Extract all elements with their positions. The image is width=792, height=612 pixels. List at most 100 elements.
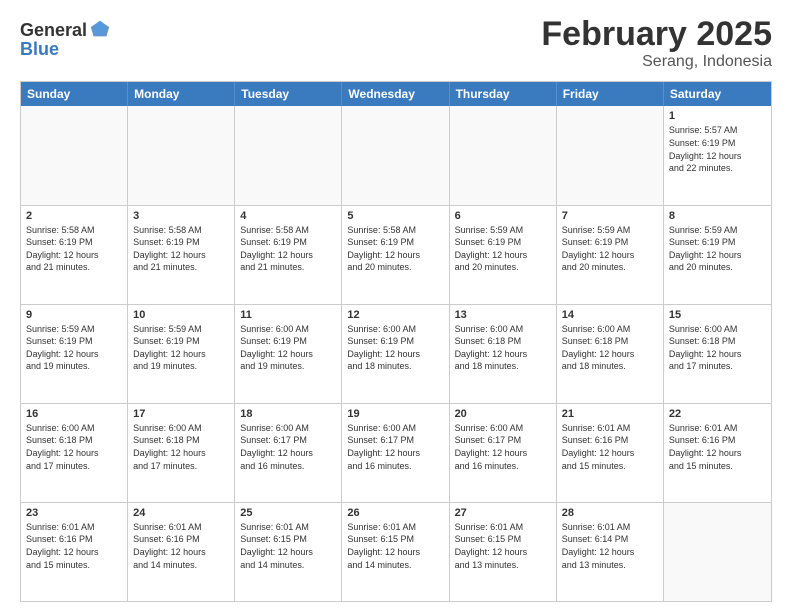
day-info: Sunrise: 5:58 AM Sunset: 6:19 PM Dayligh… <box>133 224 229 274</box>
logo-icon <box>89 18 111 40</box>
day-cell-1: 1Sunrise: 5:57 AM Sunset: 6:19 PM Daylig… <box>664 106 771 204</box>
day-cell-21: 21 Sunrise: 6:01 AM Sunset: 6:16 PM Dayli… <box>557 404 664 502</box>
calendar-row-4: 23 Sunrise: 6:01 AM Sunset: 6:16 PM Dayli… <box>21 502 771 601</box>
day-cell-27: 27 Sunrise: 6:01 AM Sunset: 6:15 PM Dayli… <box>450 503 557 601</box>
day-number: 2 <box>26 210 122 222</box>
empty-cell-4-6 <box>664 503 771 601</box>
calendar: SundayMondayTuesdayWednesdayThursdayFrid… <box>20 81 772 602</box>
day-cell-2: 2 Sunrise: 5:58 AM Sunset: 6:19 PM Daylig… <box>21 206 128 304</box>
header-cell-wednesday: Wednesday <box>342 82 449 106</box>
header-cell-thursday: Thursday <box>450 82 557 106</box>
day-info: Sunrise: 6:00 AM Sunset: 6:18 PM Dayligh… <box>133 422 229 472</box>
day-number: 9 <box>26 309 122 321</box>
day-cell-6: 6Sunrise: 5:59 AM Sunset: 6:19 PM Daylig… <box>450 206 557 304</box>
day-info: Sunrise: 6:01 AM Sunset: 6:15 PM Dayligh… <box>455 521 551 571</box>
day-number: 18 <box>240 408 336 420</box>
day-cell-24: 24 Sunrise: 6:01 AM Sunset: 6:16 PM Dayli… <box>128 503 235 601</box>
logo: General Blue <box>20 20 111 60</box>
day-info: Sunrise: 6:00 AM Sunset: 6:19 PM Dayligh… <box>347 323 443 373</box>
day-cell-11: 11 Sunrise: 6:00 AM Sunset: 6:19 PM Dayli… <box>235 305 342 403</box>
day-info: Sunrise: 6:01 AM Sunset: 6:16 PM Dayligh… <box>669 422 766 472</box>
calendar-row-3: 16 Sunrise: 6:00 AM Sunset: 6:18 PM Dayli… <box>21 403 771 502</box>
day-number: 22 <box>669 408 766 420</box>
day-number: 4 <box>240 210 336 222</box>
day-cell-9: 9 Sunrise: 5:59 AM Sunset: 6:19 PM Daylig… <box>21 305 128 403</box>
calendar-header: SundayMondayTuesdayWednesdayThursdayFrid… <box>21 82 771 106</box>
logo-blue: Blue <box>20 39 59 59</box>
day-number: 26 <box>347 507 443 519</box>
day-info: Sunrise: 6:01 AM Sunset: 6:16 PM Dayligh… <box>562 422 658 472</box>
day-cell-25: 25 Sunrise: 6:01 AM Sunset: 6:15 PM Dayli… <box>235 503 342 601</box>
day-number: 7 <box>562 210 658 222</box>
day-cell-22: 22 Sunrise: 6:01 AM Sunset: 6:16 PM Dayli… <box>664 404 771 502</box>
day-number: 27 <box>455 507 551 519</box>
day-info: Sunrise: 6:00 AM Sunset: 6:17 PM Dayligh… <box>240 422 336 472</box>
day-number: 5 <box>347 210 443 222</box>
day-number: 13 <box>455 309 551 321</box>
day-info: Sunrise: 6:01 AM Sunset: 6:14 PM Dayligh… <box>562 521 658 571</box>
header-cell-saturday: Saturday <box>664 82 771 106</box>
day-info: Sunrise: 5:59 AM Sunset: 6:19 PM Dayligh… <box>669 224 766 274</box>
day-info: Sunrise: 5:59 AM Sunset: 6:19 PM Dayligh… <box>133 323 229 373</box>
title-month: February 2025 <box>541 16 772 53</box>
day-info: Sunrise: 5:58 AM Sunset: 6:19 PM Dayligh… <box>240 224 336 274</box>
day-cell-4: 4 Sunrise: 5:58 AM Sunset: 6:19 PM Daylig… <box>235 206 342 304</box>
day-number: 6 <box>455 210 551 222</box>
day-cell-12: 12 Sunrise: 6:00 AM Sunset: 6:19 PM Dayli… <box>342 305 449 403</box>
day-info: Sunrise: 6:00 AM Sunset: 6:18 PM Dayligh… <box>455 323 551 373</box>
day-number: 25 <box>240 507 336 519</box>
day-cell-3: 3Sunrise: 5:58 AM Sunset: 6:19 PM Daylig… <box>128 206 235 304</box>
day-info: Sunrise: 5:59 AM Sunset: 6:19 PM Dayligh… <box>562 224 658 274</box>
header-cell-tuesday: Tuesday <box>235 82 342 106</box>
day-number: 24 <box>133 507 229 519</box>
empty-cell-0-1 <box>128 106 235 204</box>
day-number: 19 <box>347 408 443 420</box>
day-cell-18: 18 Sunrise: 6:00 AM Sunset: 6:17 PM Dayli… <box>235 404 342 502</box>
day-number: 20 <box>455 408 551 420</box>
day-number: 16 <box>26 408 122 420</box>
header: General Blue February 2025 Serang, Indon… <box>20 16 772 71</box>
title-block: February 2025 Serang, Indonesia <box>541 16 772 71</box>
day-cell-8: 8 Sunrise: 5:59 AM Sunset: 6:19 PM Daylig… <box>664 206 771 304</box>
day-number: 23 <box>26 507 122 519</box>
day-number: 11 <box>240 309 336 321</box>
day-cell-20: 20 Sunrise: 6:00 AM Sunset: 6:17 PM Dayli… <box>450 404 557 502</box>
day-info: Sunrise: 5:58 AM Sunset: 6:19 PM Dayligh… <box>26 224 122 274</box>
day-info: Sunrise: 6:01 AM Sunset: 6:16 PM Dayligh… <box>133 521 229 571</box>
day-info: Sunrise: 6:01 AM Sunset: 6:16 PM Dayligh… <box>26 521 122 571</box>
day-info: Sunrise: 5:57 AM Sunset: 6:19 PM Dayligh… <box>669 124 766 174</box>
day-info: Sunrise: 6:01 AM Sunset: 6:15 PM Dayligh… <box>347 521 443 571</box>
day-number: 28 <box>562 507 658 519</box>
day-info: Sunrise: 6:00 AM Sunset: 6:18 PM Dayligh… <box>669 323 766 373</box>
calendar-row-2: 9 Sunrise: 5:59 AM Sunset: 6:19 PM Daylig… <box>21 304 771 403</box>
page: General Blue February 2025 Serang, Indon… <box>0 0 792 612</box>
empty-cell-0-3 <box>342 106 449 204</box>
day-number: 12 <box>347 309 443 321</box>
day-info: Sunrise: 6:00 AM Sunset: 6:19 PM Dayligh… <box>240 323 336 373</box>
day-info: Sunrise: 6:00 AM Sunset: 6:17 PM Dayligh… <box>347 422 443 472</box>
logo-general: General <box>20 21 87 39</box>
empty-cell-0-2 <box>235 106 342 204</box>
header-cell-friday: Friday <box>557 82 664 106</box>
day-cell-10: 10 Sunrise: 5:59 AM Sunset: 6:19 PM Dayli… <box>128 305 235 403</box>
day-cell-7: 7 Sunrise: 5:59 AM Sunset: 6:19 PM Daylig… <box>557 206 664 304</box>
calendar-row-1: 2 Sunrise: 5:58 AM Sunset: 6:19 PM Daylig… <box>21 205 771 304</box>
day-info: Sunrise: 6:00 AM Sunset: 6:18 PM Dayligh… <box>562 323 658 373</box>
day-number: 21 <box>562 408 658 420</box>
day-number: 14 <box>562 309 658 321</box>
day-number: 8 <box>669 210 766 222</box>
day-cell-13: 13 Sunrise: 6:00 AM Sunset: 6:18 PM Dayli… <box>450 305 557 403</box>
title-location: Serang, Indonesia <box>541 53 772 71</box>
day-number: 17 <box>133 408 229 420</box>
day-info: Sunrise: 6:01 AM Sunset: 6:15 PM Dayligh… <box>240 521 336 571</box>
day-info: Sunrise: 5:59 AM Sunset: 6:19 PM Dayligh… <box>26 323 122 373</box>
day-cell-28: 28 Sunrise: 6:01 AM Sunset: 6:14 PM Dayli… <box>557 503 664 601</box>
day-number: 10 <box>133 309 229 321</box>
day-cell-23: 23 Sunrise: 6:01 AM Sunset: 6:16 PM Dayli… <box>21 503 128 601</box>
day-cell-26: 26 Sunrise: 6:01 AM Sunset: 6:15 PM Dayli… <box>342 503 449 601</box>
day-info: Sunrise: 6:00 AM Sunset: 6:17 PM Dayligh… <box>455 422 551 472</box>
day-cell-19: 19 Sunrise: 6:00 AM Sunset: 6:17 PM Dayli… <box>342 404 449 502</box>
empty-cell-0-0 <box>21 106 128 204</box>
day-cell-14: 14 Sunrise: 6:00 AM Sunset: 6:18 PM Dayli… <box>557 305 664 403</box>
day-info: Sunrise: 6:00 AM Sunset: 6:18 PM Dayligh… <box>26 422 122 472</box>
